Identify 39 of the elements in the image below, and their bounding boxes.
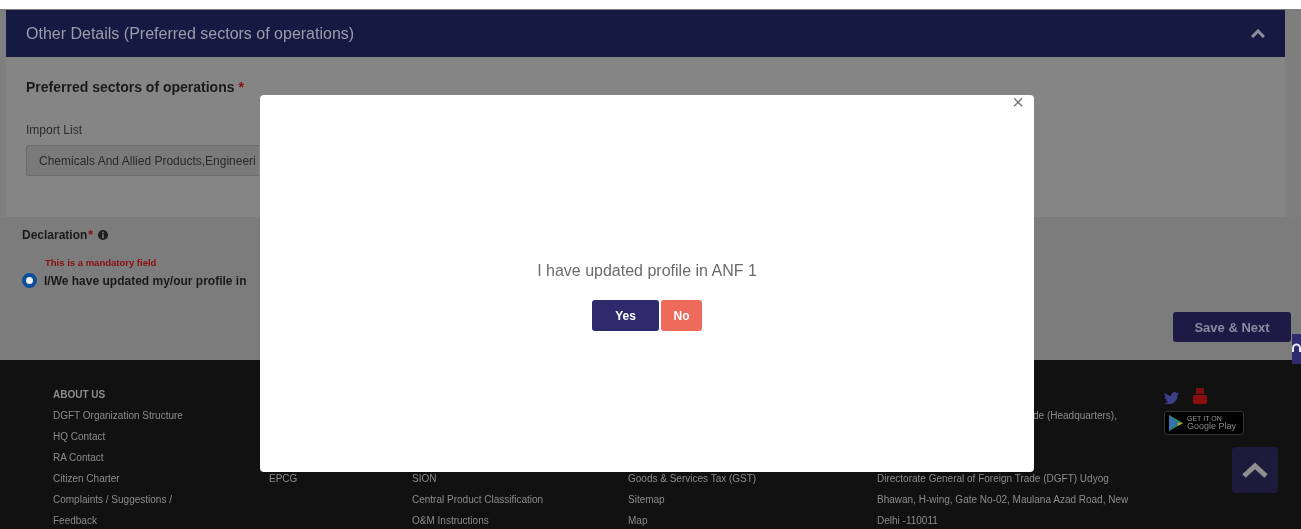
required-mark: * [238,79,244,95]
chevron-up-icon [1242,462,1268,478]
chevron-up-icon[interactable] [1251,29,1265,38]
footer-link[interactable]: RA Contact [53,447,104,468]
info-icon [98,230,109,240]
footer-link[interactable]: Feedback [53,510,97,529]
footer-link[interactable]: Citizen Charter [53,468,120,489]
required-mark: * [88,228,94,242]
footer-link[interactable]: Complaints / Suggestions / [53,489,172,510]
radio-label: I/We have updated my/our profile in [44,273,247,288]
field-heading: Preferred sectors of operations [26,79,235,95]
footer-link[interactable]: Map [628,510,648,529]
footer-link[interactable]: EPCG [269,468,298,489]
no-button[interactable]: No [661,300,702,331]
footer-link[interactable]: Central Product Classification [412,489,544,510]
scroll-top-button[interactable] [1232,447,1278,493]
side-tab[interactable] [1292,334,1301,364]
footer-link[interactable]: Goods & Services Tax (GST) [628,468,757,489]
footer-link[interactable]: SION [412,468,437,489]
close-button[interactable]: × [1012,92,1024,112]
yes-button[interactable]: Yes [592,300,659,331]
footer-link[interactable]: Bhawan, H-wing, Gate No-02, Maulana Azad Road, New [877,489,1129,510]
error-message: This is a mandatory field [45,257,158,268]
footer-link[interactable]: O&M Instructions [412,510,489,529]
footer-link[interactable]: Sitemap [628,489,665,510]
declaration-label: Declaration [22,228,88,242]
footer-link[interactable]: ABOUT US [53,384,106,405]
footer-link[interactable]: HQ Contact [53,426,106,447]
dialog-message: I have updated profile in ANF 1 [537,262,757,280]
radio-button[interactable] [22,273,37,288]
footer-link[interactable]: DGFT Organization Structure [53,405,183,426]
section-header[interactable]: Other Details (Preferred sectors of operations) [6,10,1285,57]
save-next-button[interactable]: Save & Next [1173,312,1291,342]
footer-link[interactable]: Delhi -110011 [877,510,938,529]
section-title: Other Details (Preferred sectors of operations) [26,24,355,43]
footer-link[interactable]: Directorate General of Foreign Trade (DGFT) Udyog [877,468,1109,489]
input-field[interactable]: Chemicals And Allied Products,Engineeri [26,145,259,176]
field-label: Import List [26,123,83,137]
play-icon [1169,415,1183,431]
